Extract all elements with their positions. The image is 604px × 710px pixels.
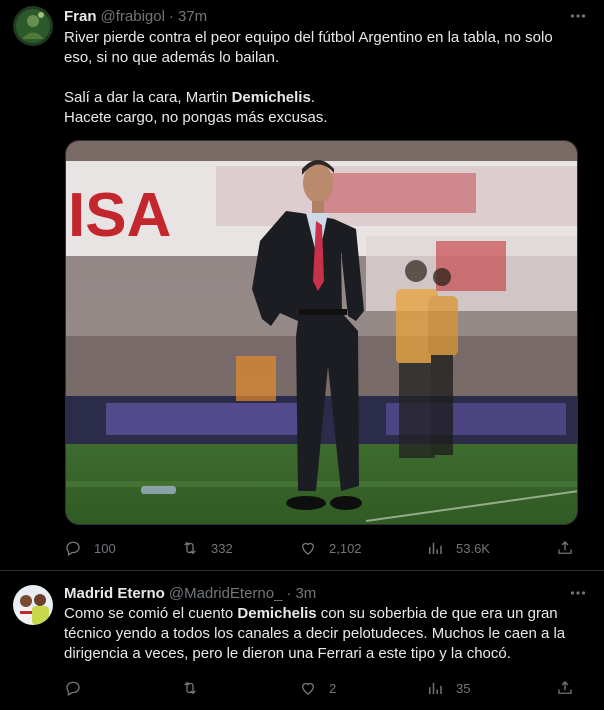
retweet-icon	[184, 681, 196, 695]
tweet-text: River pierde contra el peor equipo del f…	[64, 28, 590, 128]
tweet-text-line: Salí a dar la cara, Martin Demichelis.	[64, 89, 315, 106]
share-button[interactable]	[556, 678, 574, 698]
tweet[interactable]: Madrid Eterno @MadridEterno_ · 3m Como s…	[0, 571, 604, 710]
tweet-photo[interactable]: ISA	[65, 140, 578, 525]
share-button[interactable]	[556, 538, 574, 558]
more-icon[interactable]	[568, 6, 588, 26]
bold-text: Demichelis	[231, 89, 311, 106]
avatar[interactable]	[13, 6, 53, 46]
share-icon	[558, 681, 572, 694]
like-icon	[302, 542, 314, 555]
separator-dot: ·	[286, 584, 292, 602]
retweet-button[interactable]	[181, 678, 211, 698]
timestamp[interactable]: 37m	[178, 8, 207, 25]
like-count: 2	[329, 680, 337, 696]
like-count: 2,102	[329, 540, 362, 556]
reply-button[interactable]	[64, 678, 94, 698]
views-button[interactable]: 35	[426, 678, 470, 698]
retweet-count: 332	[211, 540, 233, 556]
display-name[interactable]: Madrid Eterno	[64, 585, 165, 602]
like-icon	[302, 682, 314, 695]
views-icon	[429, 682, 442, 694]
action-bar: 2 35	[64, 678, 578, 698]
reply-icon	[66, 541, 80, 556]
like-button[interactable]: 2	[299, 678, 336, 698]
user-handle[interactable]: @frabigol	[101, 8, 165, 25]
timestamp[interactable]: 3m	[295, 585, 316, 602]
bold-text: Demichelis	[237, 605, 317, 622]
tweet-text-line: River pierde contra el peor equipo del f…	[64, 29, 553, 46]
like-button[interactable]: 2,102	[299, 538, 362, 558]
views-icon	[429, 542, 442, 554]
tweet-header: Fran @frabigol · 37m	[64, 6, 588, 26]
views-button[interactable]: 53.6K	[426, 538, 490, 558]
user-handle[interactable]: @MadridEterno_	[169, 585, 283, 602]
views-count: 35	[456, 680, 471, 696]
display-name[interactable]: Fran	[64, 8, 97, 25]
reply-button[interactable]: 100	[64, 538, 116, 558]
share-icon	[558, 541, 572, 554]
views-count: 53.6K	[456, 540, 490, 556]
tweet-text-line: dirigencia a veces, pero le dieron una F…	[64, 645, 511, 662]
tweet-text-line: eso, si no que además lo bailan.	[64, 49, 280, 66]
more-icon[interactable]	[568, 583, 588, 603]
retweet-button[interactable]: 332	[181, 538, 233, 558]
reply-count: 100	[94, 540, 116, 556]
tweet-text-line: Como se comió el cuento Demichelis con s…	[64, 605, 558, 622]
banner-text: ISA	[68, 181, 171, 250]
action-bar: 100 332 2,102 53.6K	[64, 538, 578, 558]
separator-dot: ·	[168, 7, 174, 25]
tweet-text: Como se comió el cuento Demichelis con s…	[64, 604, 590, 664]
tweet-text-line: técnico yendo a todos los canales a deci…	[64, 625, 566, 642]
tweet[interactable]: Fran @frabigol · 37m River pierde contra…	[0, 0, 604, 571]
retweet-icon	[184, 541, 196, 555]
reply-icon	[66, 681, 80, 696]
tweet-text-line: Hacete cargo, no pongas más excusas.	[64, 109, 328, 126]
tweet-header: Madrid Eterno @MadridEterno_ · 3m	[64, 583, 588, 603]
avatar[interactable]	[13, 585, 53, 625]
